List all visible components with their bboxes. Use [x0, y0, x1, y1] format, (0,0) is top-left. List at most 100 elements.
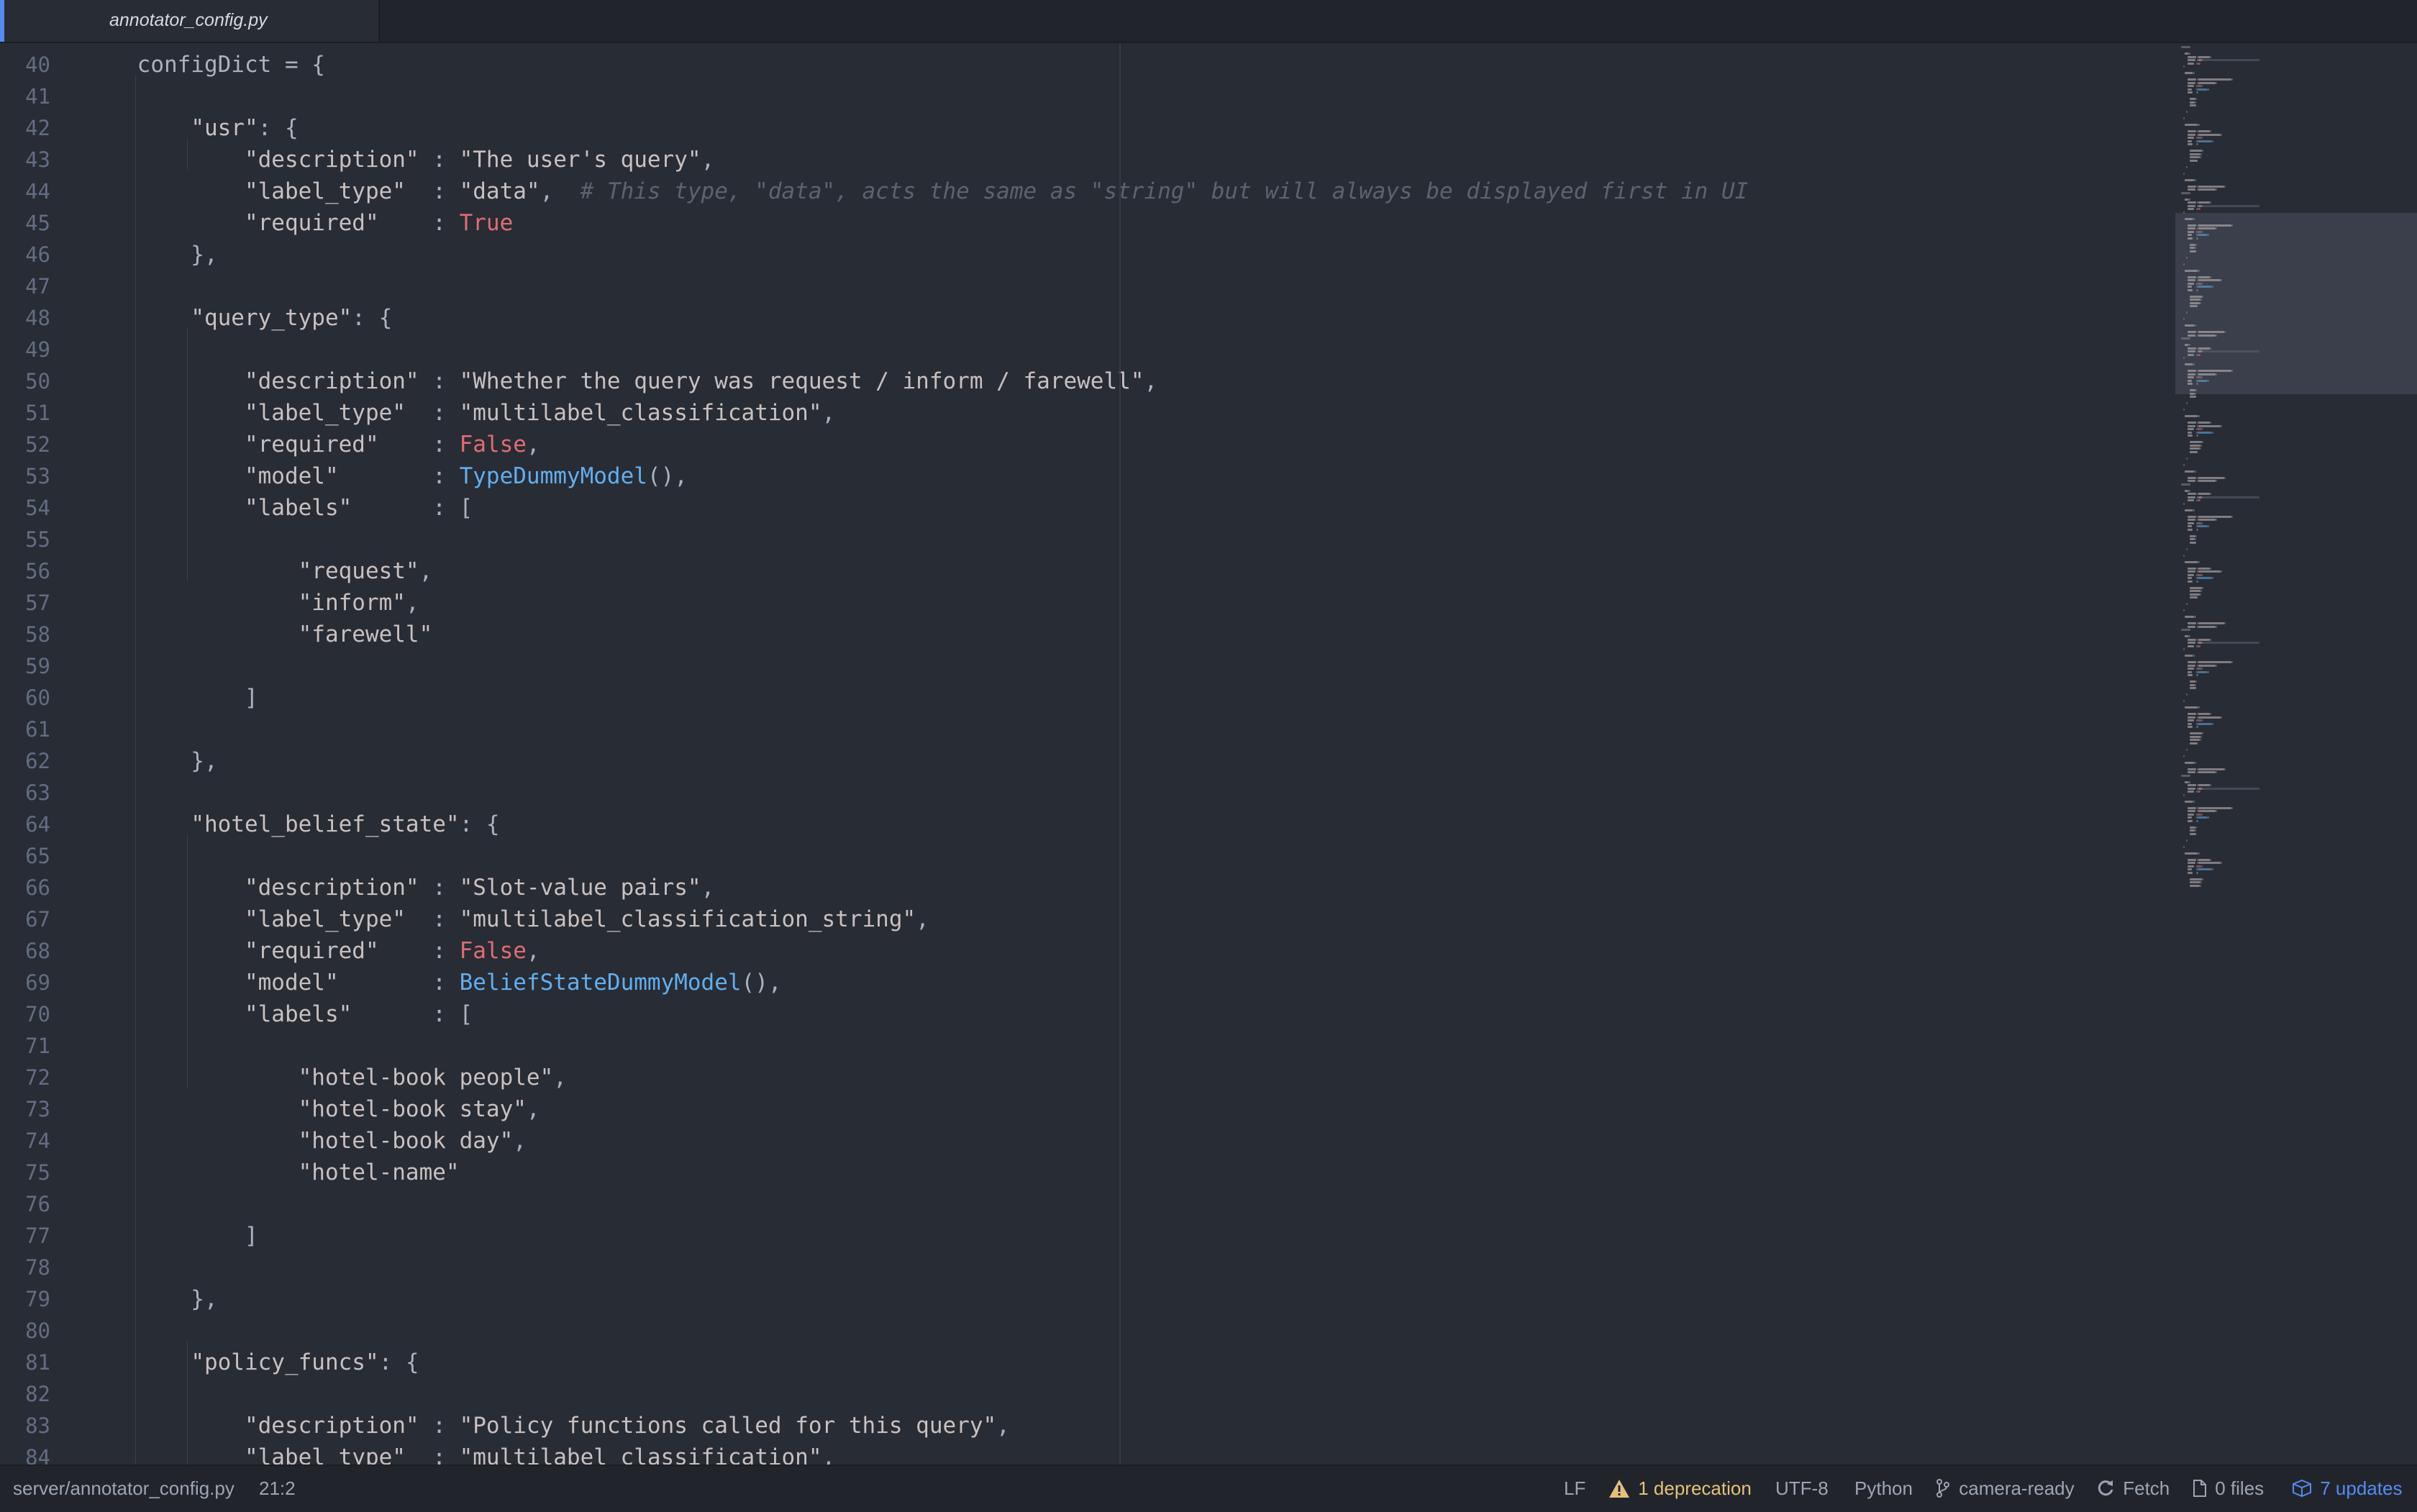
- line-number[interactable]: 75: [0, 1157, 50, 1188]
- line-number[interactable]: 66: [0, 872, 50, 903]
- line-number[interactable]: 48: [0, 302, 50, 334]
- code-line[interactable]: },: [83, 745, 217, 777]
- status-fetch[interactable]: Fetch: [2096, 1477, 2170, 1500]
- code-line[interactable]: },: [83, 239, 217, 270]
- line-number[interactable]: 52: [0, 429, 50, 460]
- status-file-path[interactable]: server/annotator_config.py: [13, 1477, 235, 1500]
- status-line-ending[interactable]: LF: [1564, 1477, 1585, 1500]
- line-number[interactable]: 64: [0, 809, 50, 840]
- code-token: "hotel-book stay": [298, 1096, 527, 1122]
- code-line[interactable]: "description" : "Policy functions called…: [83, 1410, 1010, 1442]
- line-number[interactable]: 65: [0, 840, 50, 872]
- line-number[interactable]: 80: [0, 1315, 50, 1347]
- status-encoding[interactable]: UTF-8: [1775, 1477, 1829, 1500]
- line-number[interactable]: 63: [0, 777, 50, 809]
- line-number[interactable]: 51: [0, 397, 50, 429]
- code-line[interactable]: "label_type" : "data", # This type, "dat…: [83, 176, 1748, 207]
- code-line[interactable]: "request",: [83, 555, 433, 587]
- line-number[interactable]: 43: [0, 144, 50, 176]
- line-number[interactable]: 55: [0, 524, 50, 555]
- code-line[interactable]: "description" : "Whether the query was r…: [83, 365, 1157, 397]
- code-line[interactable]: "hotel-book stay",: [83, 1093, 540, 1125]
- line-number[interactable]: 71: [0, 1030, 50, 1062]
- code-line[interactable]: "model" : TypeDummyModel(),: [83, 460, 688, 492]
- code-line[interactable]: "policy_funcs": {: [83, 1347, 419, 1378]
- line-number[interactable]: 81: [0, 1347, 50, 1378]
- code-line[interactable]: "required" : True: [83, 207, 513, 239]
- line-number[interactable]: 60: [0, 682, 50, 714]
- code-line[interactable]: "farewell": [83, 619, 433, 650]
- line-number[interactable]: 72: [0, 1062, 50, 1093]
- code-line[interactable]: "labels" : [: [83, 998, 473, 1030]
- code-line[interactable]: "label_type" : "multilabel_classificatio…: [83, 397, 835, 429]
- status-updates[interactable]: 7 updates: [2292, 1477, 2402, 1500]
- line-number[interactable]: 44: [0, 176, 50, 207]
- line-number[interactable]: 57: [0, 587, 50, 619]
- status-deprecation[interactable]: 1 deprecation: [1608, 1477, 1752, 1500]
- line-number[interactable]: 49: [0, 334, 50, 365]
- line-number[interactable]: 82: [0, 1378, 50, 1410]
- line-number[interactable]: 76: [0, 1188, 50, 1220]
- line-number[interactable]: 70: [0, 998, 50, 1030]
- minimap[interactable]: [2172, 43, 2417, 1465]
- code-line[interactable]: "label_type" : "multilabel_classificatio…: [83, 1442, 835, 1465]
- line-number[interactable]: 41: [0, 81, 50, 112]
- status-cursor-position[interactable]: 21:2: [259, 1477, 296, 1500]
- code-line[interactable]: configDict = {: [83, 49, 325, 81]
- line-number[interactable]: 69: [0, 967, 50, 998]
- code-line[interactable]: "query_type": {: [83, 302, 392, 334]
- line-number[interactable]: 40: [0, 49, 50, 81]
- tab-annotator-config[interactable]: annotator_config.py: [0, 0, 380, 42]
- code-line[interactable]: ]: [83, 1220, 258, 1252]
- line-number[interactable]: 67: [0, 903, 50, 935]
- code-line[interactable]: "hotel_belief_state": {: [83, 809, 499, 840]
- line-number[interactable]: 54: [0, 492, 50, 524]
- line-number[interactable]: 83: [0, 1410, 50, 1442]
- line-number[interactable]: 79: [0, 1283, 50, 1315]
- minimap-visible-region[interactable]: [2175, 213, 2417, 394]
- line-number[interactable]: 46: [0, 239, 50, 270]
- line-number[interactable]: 50: [0, 365, 50, 397]
- code-line[interactable]: ]: [83, 682, 258, 714]
- line-number[interactable]: 68: [0, 935, 50, 967]
- line-number[interactable]: 84: [0, 1442, 50, 1465]
- line-number-gutter[interactable]: 40 41 42 43 44 45 46 47 48 49 50 51 52 53 54 55 56 57 58 59…: [0, 43, 81, 1465]
- minimap-line: [2183, 700, 2185, 702]
- line-number[interactable]: 58: [0, 619, 50, 650]
- code-line[interactable]: "label_type" : "multilabel_classificatio…: [83, 903, 929, 935]
- status-files[interactable]: 0 files: [2193, 1477, 2264, 1500]
- code-line[interactable]: "usr": {: [83, 112, 298, 144]
- minimap-line: [2190, 150, 2202, 152]
- code-line[interactable]: "hotel-book people",: [83, 1062, 567, 1093]
- code-line[interactable]: },: [83, 1283, 217, 1315]
- line-number[interactable]: 42: [0, 112, 50, 144]
- status-grammar[interactable]: Python: [1854, 1477, 1913, 1500]
- line-number[interactable]: 61: [0, 714, 50, 745]
- line-number[interactable]: 45: [0, 207, 50, 239]
- code-line[interactable]: "labels" : [: [83, 492, 473, 524]
- code-token: "Whether the query was request / inform …: [459, 368, 1144, 394]
- code-editor[interactable]: 40 41 42 43 44 45 46 47 48 49 50 51 52 53 54 55 56 57 58 59…: [0, 43, 2417, 1465]
- code-line[interactable]: "required" : False,: [83, 935, 540, 967]
- line-number[interactable]: 73: [0, 1093, 50, 1125]
- line-number[interactable]: 74: [0, 1125, 50, 1157]
- line-number[interactable]: 59: [0, 650, 50, 682]
- minimap-line: [2196, 871, 2198, 874]
- code-line[interactable]: "model" : BeliefStateDummyModel(),: [83, 967, 782, 998]
- code-line[interactable]: "hotel-book day",: [83, 1125, 527, 1157]
- line-number[interactable]: 53: [0, 460, 50, 492]
- line-number[interactable]: 78: [0, 1252, 50, 1283]
- minimap-line: [2202, 586, 2203, 589]
- code-line[interactable]: "hotel-name": [83, 1157, 460, 1188]
- line-number[interactable]: 77: [0, 1220, 50, 1252]
- code-line[interactable]: "description" : "Slot-value pairs",: [83, 872, 714, 903]
- code-line[interactable]: "required" : False,: [83, 429, 540, 460]
- code-line[interactable]: "description" : "The user's query",: [83, 144, 714, 176]
- code-token: "model": [244, 463, 339, 489]
- line-number[interactable]: 62: [0, 745, 50, 777]
- line-number[interactable]: 56: [0, 555, 50, 587]
- code-line[interactable]: "inform",: [83, 587, 419, 619]
- status-branch[interactable]: camera-ready: [1935, 1477, 2075, 1500]
- line-number[interactable]: 47: [0, 270, 50, 302]
